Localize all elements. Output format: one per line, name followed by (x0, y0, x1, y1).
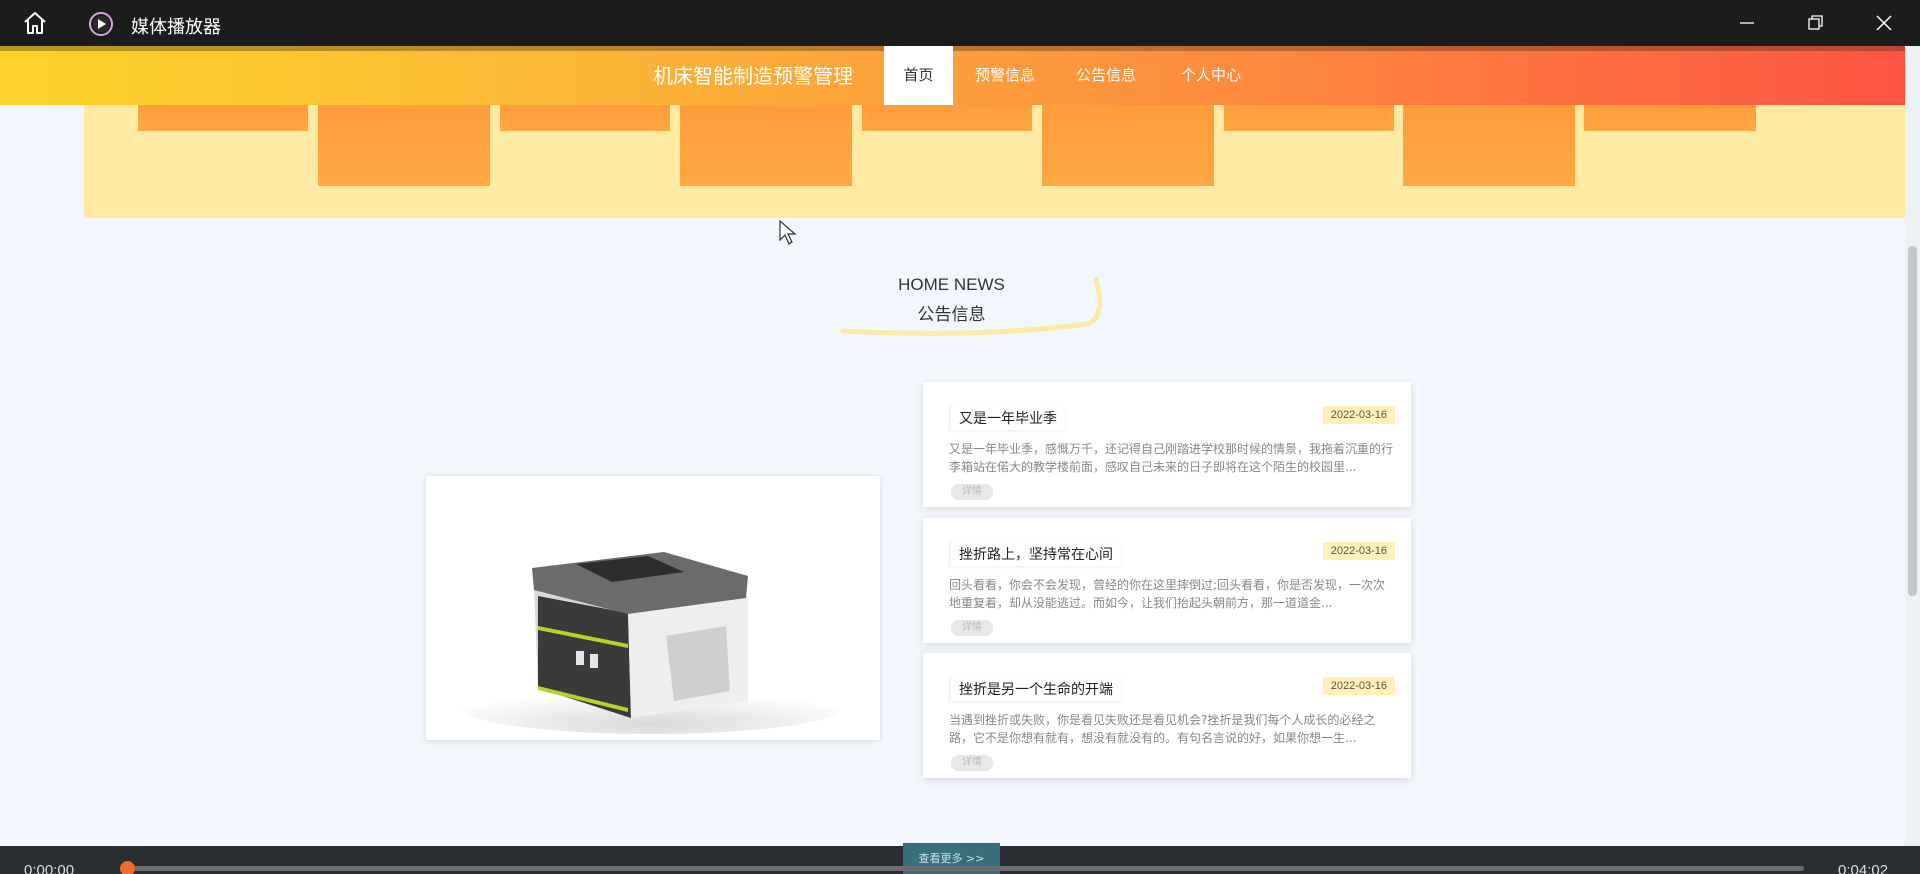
product-image (426, 476, 880, 740)
seek-knob[interactable] (120, 861, 135, 874)
feature-box[interactable] (318, 105, 490, 186)
feature-box[interactable] (1403, 105, 1575, 186)
section-title-en: HOME NEWS (898, 275, 1005, 294)
news-excerpt: 又是一年毕业季，感慨万千，还记得自己刚踏进学校那时候的情景，我拖着沉重的行李箱站… (949, 442, 1393, 474)
feature-box[interactable] (1224, 105, 1394, 131)
machine-illustration (426, 476, 880, 740)
total-time: 0:04:02 (1838, 862, 1889, 874)
news-title[interactable]: 挫折路上，坚持常在心间 (949, 542, 1121, 566)
scrollbar-thumb[interactable] (1908, 246, 1917, 596)
news-date: 2022-03-16 (1322, 406, 1395, 424)
news-date: 2022-03-16 (1322, 677, 1395, 695)
close-icon[interactable] (1873, 12, 1895, 34)
window-titlebar: 媒体播放器 (0, 0, 1920, 46)
news-date: 2022-03-16 (1322, 542, 1395, 560)
play-icon (89, 12, 113, 36)
news-title[interactable]: 挫折是另一个生命的开端 (949, 677, 1121, 701)
section-title-cn: 公告信息 (917, 305, 986, 325)
news-detail-button[interactable]: 详情 (951, 484, 993, 500)
news-title[interactable]: 又是一年毕业季 (949, 406, 1065, 430)
nav-item-warnings[interactable]: 预警信息 (965, 46, 1045, 105)
news-detail-button[interactable]: 详情 (951, 755, 993, 771)
feature-box[interactable] (680, 105, 852, 186)
minimize-icon[interactable] (1736, 12, 1758, 34)
maximize-icon[interactable] (1804, 12, 1826, 34)
feature-box[interactable] (138, 105, 308, 131)
nav-item-profile[interactable]: 个人中心 (1169, 46, 1253, 105)
feature-box[interactable] (500, 105, 670, 131)
window-title: 媒体播放器 (131, 17, 221, 38)
feature-band (84, 105, 1905, 218)
news-detail-button[interactable]: 详情 (951, 620, 993, 636)
nav-item-home[interactable]: 首页 (884, 46, 953, 105)
feature-box[interactable] (862, 105, 1032, 131)
site-navbar: 机床智能制造预警管理 首页 预警信息 公告信息 个人中心 (0, 46, 1905, 105)
seek-bar[interactable] (126, 866, 1804, 871)
site-title: 机床智能制造预警管理 (653, 64, 853, 88)
news-card[interactable]: 挫折路上，坚持常在心间 2022-03-16 回头看看，你会不会发现，曾经的你在… (923, 518, 1411, 643)
news-excerpt: 当遇到挫折或失败，你是看见失败还是看见机会?挫折是我们每个人成长的必经之路，它不… (949, 713, 1376, 745)
news-excerpt: 回头看看，你会不会发现，曾经的你在这里摔倒过;回头看看，你是否发现，一次次地重复… (949, 578, 1386, 610)
mouse-cursor-icon (779, 220, 797, 245)
news-card[interactable]: 又是一年毕业季 2022-03-16 又是一年毕业季，感慨万千，还记得自己刚踏进… (923, 382, 1411, 507)
nav-item-notices[interactable]: 公告信息 (1066, 46, 1146, 105)
current-time: 0:00:00 (24, 862, 75, 874)
home-icon[interactable] (22, 11, 48, 35)
news-card[interactable]: 挫折是另一个生命的开端 2022-03-16 当遇到挫折或失败，你是看见失败还是… (923, 653, 1411, 778)
feature-box[interactable] (1042, 105, 1214, 186)
feature-box[interactable] (1584, 105, 1756, 131)
